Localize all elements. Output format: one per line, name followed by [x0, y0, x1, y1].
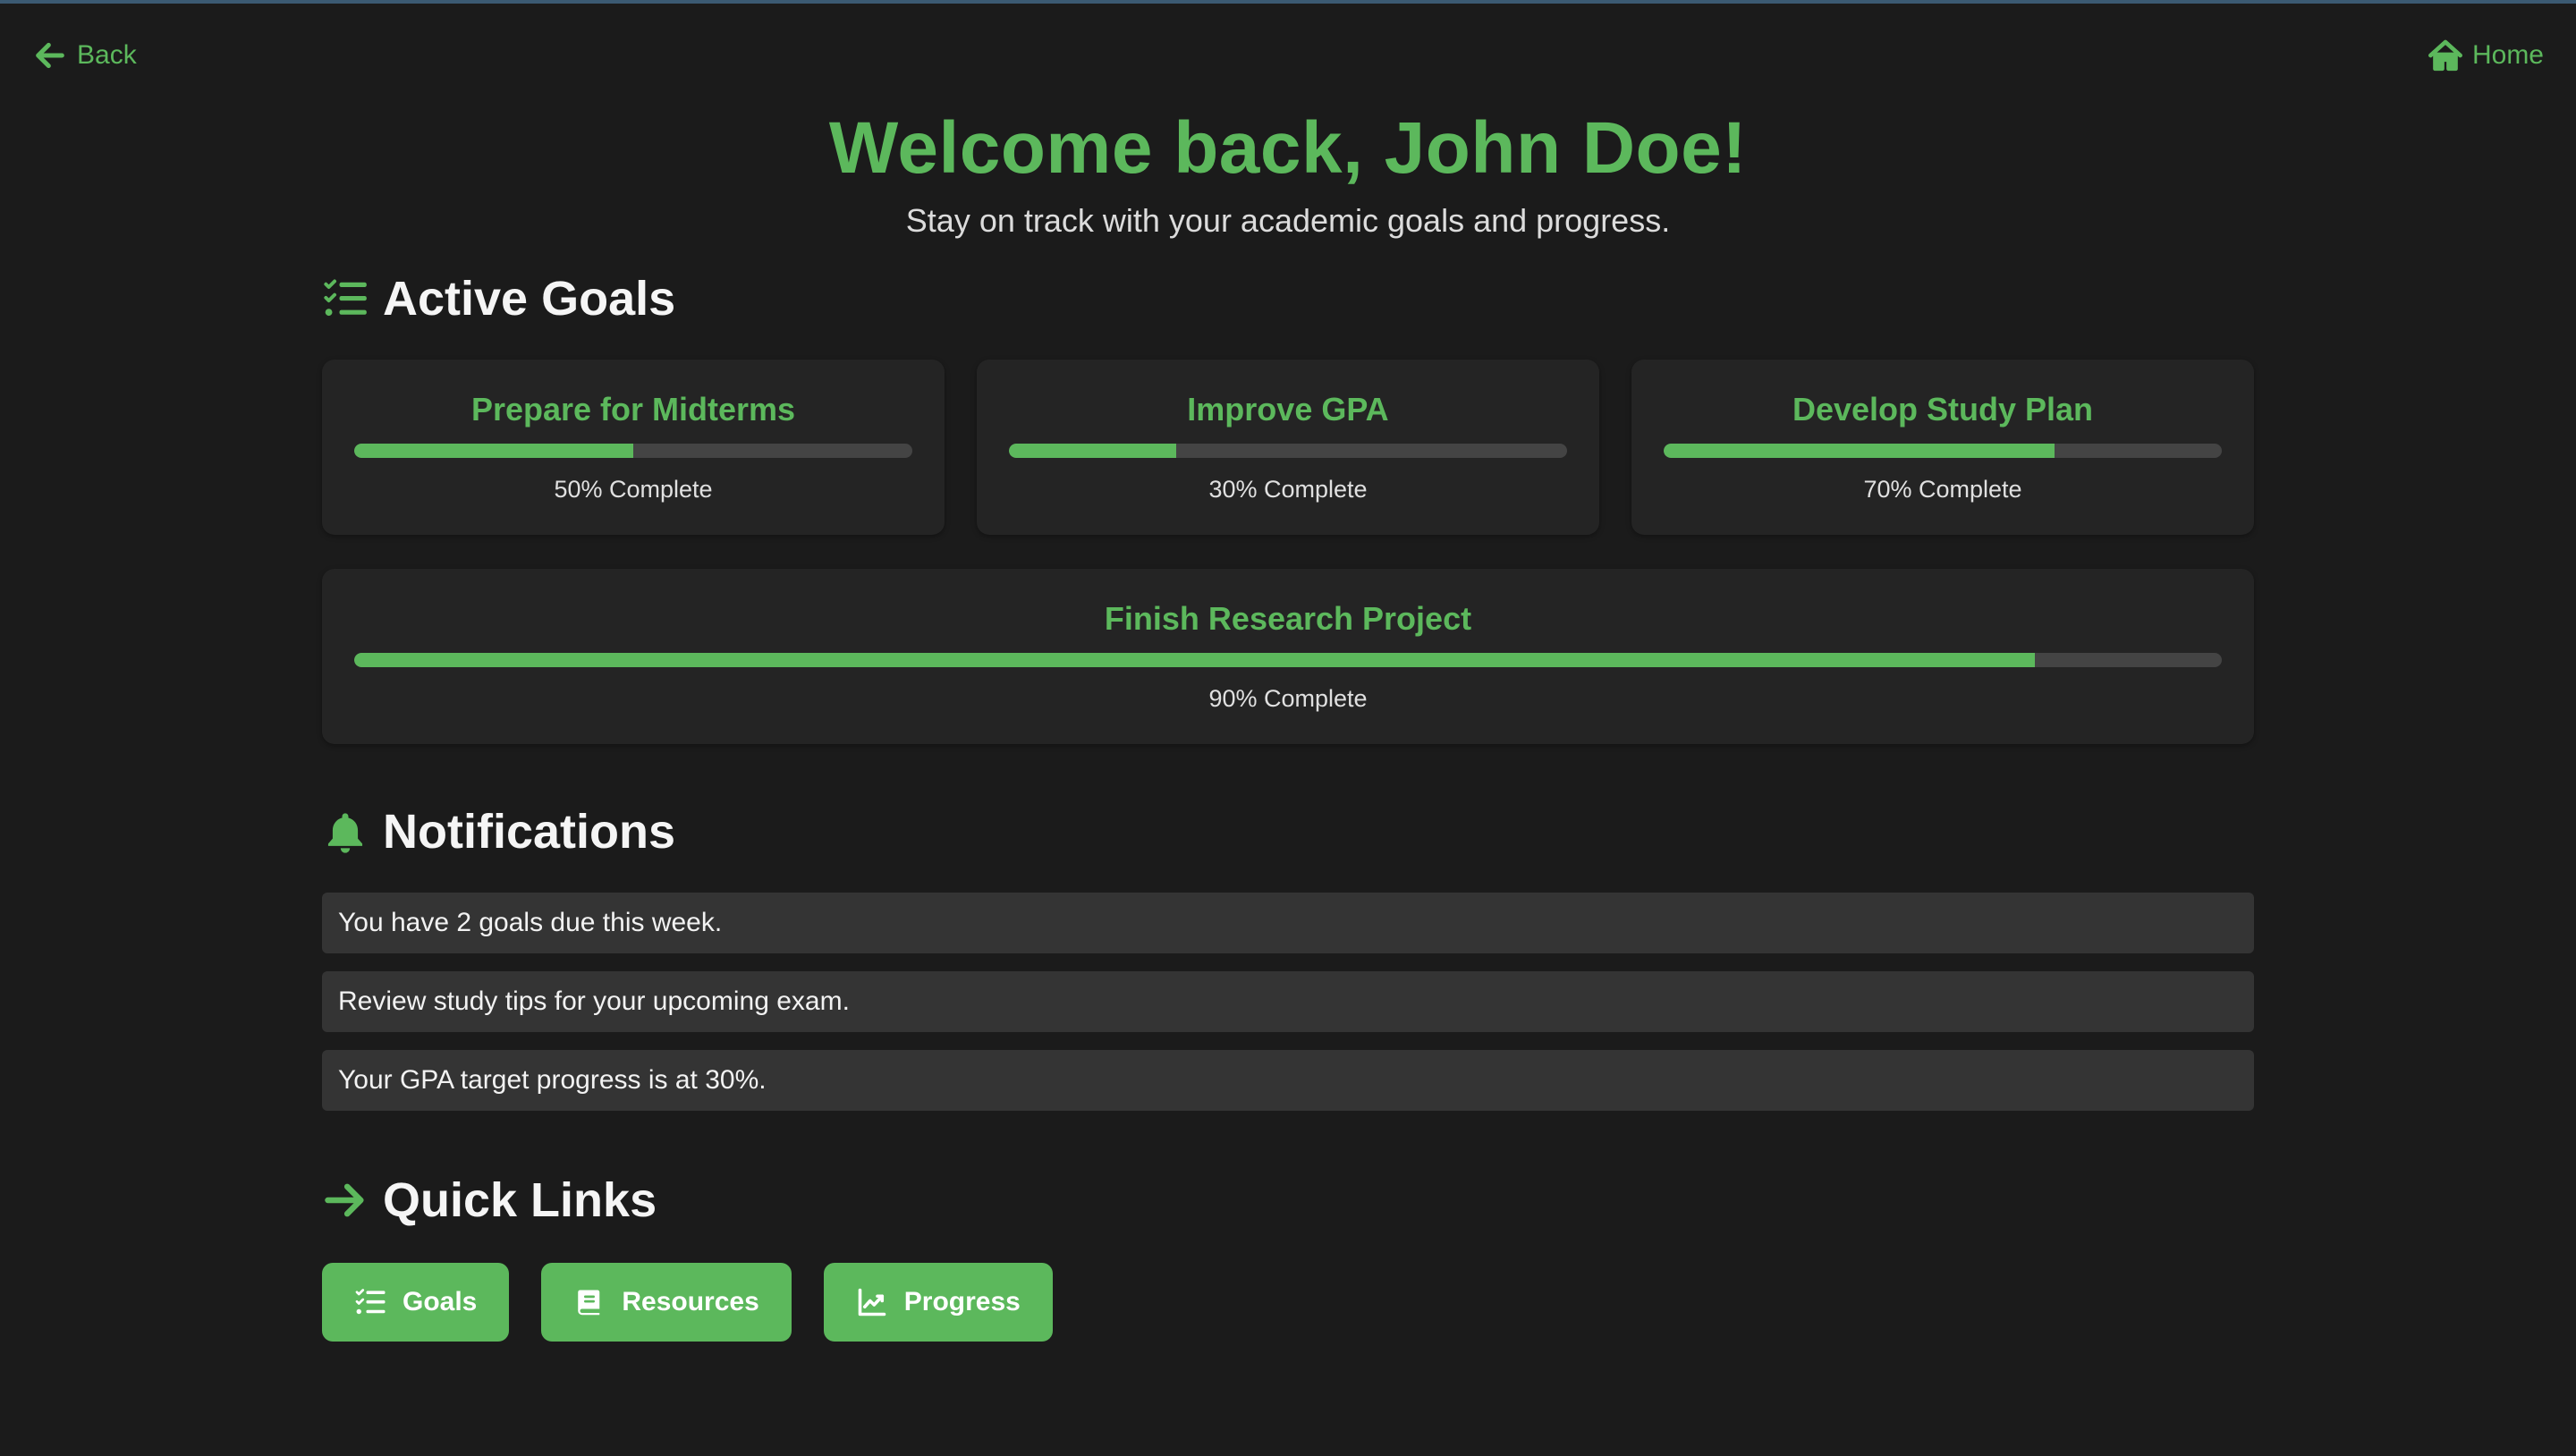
home-label: Home: [2471, 40, 2544, 70]
goal-card[interactable]: Prepare for Midterms 50% Complete: [322, 360, 945, 535]
window-top-border: [0, 0, 2576, 4]
progress-bar: [354, 444, 912, 458]
resources-button[interactable]: Resources: [541, 1263, 792, 1342]
progress-bar: [354, 653, 2222, 667]
goal-title: Develop Study Plan: [1792, 391, 2094, 427]
progress-fill: [1664, 444, 2055, 458]
quick-links-section: Quick Links Goals Resources Progress: [322, 1172, 2254, 1342]
active-goals-section: Active Goals Prepare for Midterms 50% Co…: [322, 270, 2254, 744]
page-subtitle: Stay on track with your academic goals a…: [905, 202, 1671, 239]
goal-card[interactable]: Improve GPA 30% Complete: [977, 360, 1599, 535]
notifications-section: Notifications You have 2 goals due this …: [322, 803, 2254, 1111]
progress-bar: [1664, 444, 2222, 458]
book-icon: [578, 1290, 600, 1316]
goal-card[interactable]: Develop Study Plan 70% Complete: [1631, 360, 2254, 535]
arrow-right-icon: [325, 1183, 364, 1217]
notifications-heading: Notifications: [322, 803, 2254, 860]
section-title: Active Goals: [383, 272, 676, 326]
goal-percent: 70% Complete: [1863, 476, 2022, 503]
quick-links-heading: Quick Links: [322, 1172, 2254, 1229]
active-goals-heading: Active Goals: [322, 270, 2254, 327]
goals-button-label: Goals: [402, 1287, 478, 1316]
page-title: Welcome back, John Doe!: [828, 107, 1748, 189]
notification-item[interactable]: Review study tips for your upcoming exam…: [322, 971, 2254, 1032]
list-check-icon: [324, 279, 367, 317]
section-title: Quick Links: [383, 1173, 657, 1227]
progress-button[interactable]: Progress: [823, 1263, 1053, 1342]
goal-percent: 50% Complete: [554, 476, 713, 503]
list-check-icon: [355, 1289, 386, 1315]
progress-button-label: Progress: [903, 1287, 1021, 1316]
notification-list: You have 2 goals due this week. Review s…: [322, 893, 2254, 1111]
home-icon: [2428, 39, 2462, 72]
goal-percent: 30% Complete: [1208, 476, 1368, 503]
goal-title: Finish Research Project: [1104, 600, 1472, 637]
bell-icon: [327, 813, 363, 853]
progress-fill: [354, 444, 633, 458]
goal-title: Improve GPA: [1187, 391, 1389, 427]
goals-button[interactable]: Goals: [322, 1263, 510, 1342]
progress-fill: [354, 653, 2036, 667]
goal-grid: Prepare for Midterms 50% Complete Improv…: [322, 360, 2254, 744]
progress-fill: [1009, 444, 1177, 458]
resources-button-label: Resources: [622, 1287, 759, 1316]
arrow-left-icon: [36, 42, 64, 69]
notification-item[interactable]: You have 2 goals due this week.: [322, 893, 2254, 953]
back-link[interactable]: Back: [32, 38, 137, 73]
notification-item[interactable]: Your GPA target progress is at 30%.: [322, 1050, 2254, 1111]
home-link[interactable]: Home: [2428, 38, 2544, 73]
goal-title: Prepare for Midterms: [470, 391, 796, 427]
back-label: Back: [77, 40, 137, 70]
welcome-header: Welcome back, John Doe! Stay on track wi…: [0, 106, 2576, 240]
progress-bar: [1009, 444, 1567, 458]
goal-card[interactable]: Finish Research Project 90% Complete: [322, 569, 2254, 744]
section-title: Notifications: [383, 805, 676, 859]
goal-percent: 90% Complete: [1208, 685, 1368, 712]
quick-links-buttons: Goals Resources Progress: [322, 1263, 2254, 1342]
chart-line-icon: [858, 1288, 886, 1316]
